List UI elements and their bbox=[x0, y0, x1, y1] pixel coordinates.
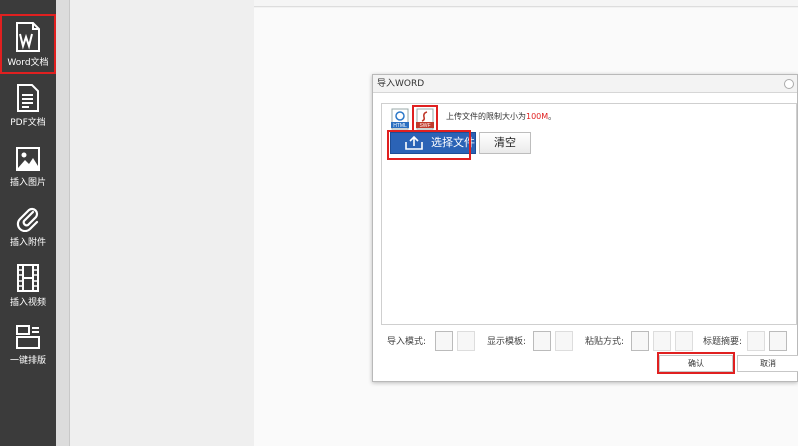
sidebar-item-pdf[interactable]: PDF文档 bbox=[0, 80, 56, 140]
import-options: 导入模式: 显示模板: 粘贴方式: 标题摘要: bbox=[387, 331, 797, 355]
template-b-icon[interactable] bbox=[555, 331, 573, 351]
import-mode-insert-icon[interactable] bbox=[457, 331, 475, 351]
sidebar-item-label: 插入附件 bbox=[9, 238, 46, 248]
paperclip-icon bbox=[16, 207, 39, 232]
summary-b-icon[interactable] bbox=[769, 331, 787, 351]
film-icon bbox=[17, 264, 39, 292]
hint-prefix: 上传文件的限制大小为 bbox=[446, 112, 526, 121]
swf-format-icon[interactable]: SWF bbox=[415, 108, 435, 130]
paste-text-icon[interactable] bbox=[675, 331, 693, 351]
hint-limit: 100M bbox=[526, 112, 549, 121]
import-word-dialog: 导入WORD HTML SWF 上传文件的限制大小为100M。 选择文件 清空 … bbox=[372, 74, 798, 382]
upload-icon bbox=[405, 136, 423, 150]
paste-keep-format-icon[interactable] bbox=[631, 331, 649, 351]
template-a-icon[interactable] bbox=[533, 331, 551, 351]
sidebar-item-image[interactable]: 插入图片 bbox=[0, 140, 56, 200]
pdf-doc-icon bbox=[17, 84, 39, 112]
sidebar-item-attachment[interactable]: 插入附件 bbox=[0, 200, 56, 260]
choose-file-label: 选择文件 bbox=[431, 136, 475, 149]
html-format-icon[interactable]: HTML bbox=[390, 108, 410, 130]
dialog-title: 导入WORD bbox=[373, 75, 797, 93]
upload-size-hint: 上传文件的限制大小为100M。 bbox=[446, 111, 556, 122]
html-format-label: HTML bbox=[393, 123, 407, 129]
sidebar-item-layout[interactable]: 一键排版 bbox=[0, 322, 56, 382]
layout-icon bbox=[16, 325, 40, 349]
summary-a-icon[interactable] bbox=[747, 331, 765, 351]
sidebar-item-video[interactable]: 插入视频 bbox=[0, 262, 56, 322]
sidebar-item-label: Word文档 bbox=[7, 58, 49, 68]
editor-gutter bbox=[56, 0, 70, 446]
sidebar-item-label: PDF文档 bbox=[10, 118, 46, 128]
import-mode-new-icon[interactable] bbox=[435, 331, 453, 351]
sidebar-item-label: 一键排版 bbox=[9, 356, 46, 366]
choose-file-button[interactable]: 选择文件 bbox=[390, 132, 476, 154]
import-mode-label: 导入模式: bbox=[387, 337, 427, 347]
upload-area: HTML SWF 上传文件的限制大小为100M。 选择文件 清空 bbox=[381, 103, 797, 325]
close-icon[interactable] bbox=[784, 79, 794, 89]
confirm-button[interactable]: 确认 bbox=[659, 355, 733, 372]
word-doc-icon bbox=[16, 22, 40, 52]
display-template-label: 显示模板: bbox=[487, 337, 527, 347]
swf-format-label: SWF bbox=[419, 123, 430, 129]
paste-mode-label: 粘贴方式: bbox=[585, 337, 625, 347]
sidebar-item-word[interactable]: Word文档 bbox=[0, 14, 56, 74]
editor-side-area bbox=[70, 0, 254, 446]
sidebar-item-label: 插入图片 bbox=[9, 178, 46, 188]
cancel-button[interactable]: 取消 bbox=[737, 355, 798, 372]
paste-plain-icon[interactable] bbox=[653, 331, 671, 351]
sidebar-item-label: 插入视频 bbox=[9, 298, 46, 308]
left-sidebar: Word文档 PDF文档 插入图片 插入附件 插入视频 一键排版 bbox=[0, 0, 56, 446]
clear-button[interactable]: 清空 bbox=[479, 132, 531, 154]
image-icon bbox=[16, 147, 40, 171]
title-summary-label: 标题摘要: bbox=[703, 337, 743, 347]
hint-suffix: 。 bbox=[548, 112, 557, 121]
